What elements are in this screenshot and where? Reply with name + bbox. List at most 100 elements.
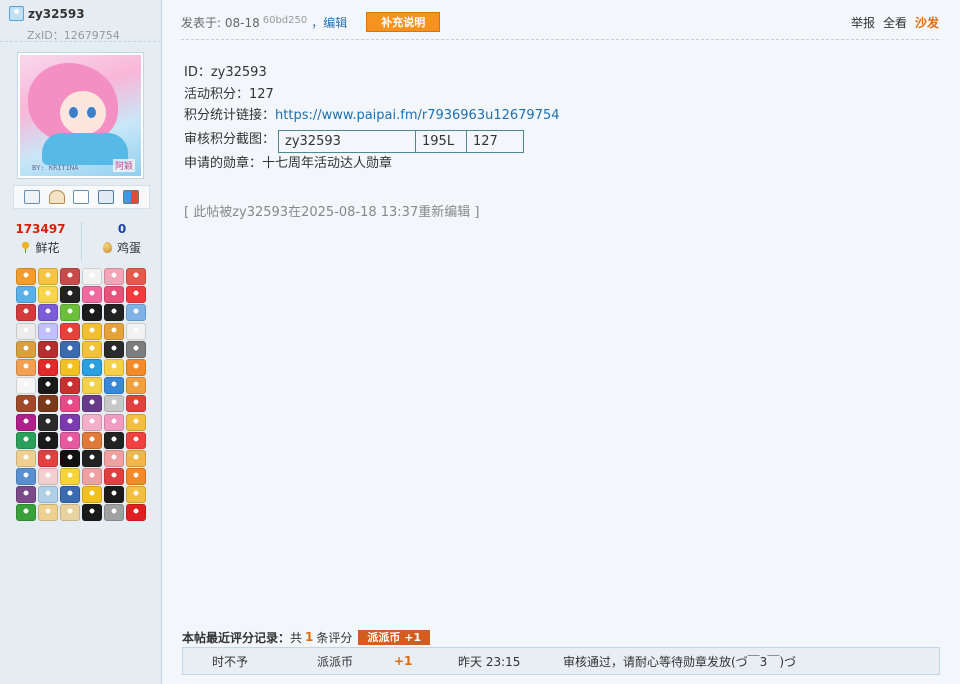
medal-icon[interactable] <box>16 377 36 395</box>
medal-icon[interactable] <box>38 486 58 504</box>
medal-icon[interactable] <box>104 268 124 285</box>
medal-icon[interactable] <box>104 413 124 431</box>
medal-icon[interactable] <box>38 286 58 304</box>
medal-icon[interactable] <box>82 468 102 486</box>
medal-icon[interactable] <box>16 286 36 304</box>
medal-icon[interactable] <box>126 268 146 285</box>
medal-icon[interactable] <box>104 449 124 467</box>
medal-icon[interactable] <box>60 377 80 395</box>
medal-icon[interactable] <box>16 413 36 431</box>
egg-stat[interactable]: 0 鸡蛋 <box>81 222 162 260</box>
medal-icon[interactable] <box>16 268 36 285</box>
medal-icon[interactable] <box>82 322 102 340</box>
medal-icon[interactable] <box>126 449 146 467</box>
medal-icon[interactable] <box>126 504 146 522</box>
medal-icon[interactable] <box>82 431 102 449</box>
medal-icon[interactable] <box>60 268 80 285</box>
medal-icon[interactable] <box>16 486 36 504</box>
medal-icon[interactable] <box>60 322 80 340</box>
medal-icon[interactable] <box>104 395 124 413</box>
medal-icon[interactable] <box>126 322 146 340</box>
medal-icon[interactable] <box>38 504 58 522</box>
medal-icon[interactable] <box>16 449 36 467</box>
add-friend-icon[interactable] <box>48 190 65 204</box>
stats-link[interactable]: https://www.paipai.fm/r7936963u12679754 <box>275 108 560 123</box>
medal-icon[interactable] <box>82 413 102 431</box>
supplement-button[interactable]: 补充说明 <box>366 12 441 32</box>
rating-user[interactable]: 时不予 <box>212 653 248 670</box>
medal-icon[interactable] <box>38 468 58 486</box>
edit-link[interactable]: ，编辑 <box>311 14 347 31</box>
medal-icon[interactable] <box>60 468 80 486</box>
medal-icon[interactable] <box>126 358 146 376</box>
search-icon[interactable] <box>73 190 90 204</box>
floor-label[interactable]: 沙发 <box>915 14 939 31</box>
medal-icon[interactable] <box>60 358 80 376</box>
medal-icon[interactable] <box>38 431 58 449</box>
medal-icon[interactable] <box>104 377 124 395</box>
medal-icon[interactable] <box>16 431 36 449</box>
medal-icon[interactable] <box>82 268 102 285</box>
medal-icon[interactable] <box>82 449 102 467</box>
medal-icon[interactable] <box>82 340 102 358</box>
medal-icon[interactable] <box>38 268 58 285</box>
medal-icon[interactable] <box>104 504 124 522</box>
view-all-link[interactable]: 全看 <box>883 14 907 31</box>
medal-icon[interactable] <box>38 358 58 376</box>
medal-icon[interactable] <box>16 358 36 376</box>
medal-icon[interactable] <box>16 395 36 413</box>
medal-icon[interactable] <box>104 340 124 358</box>
medal-icon[interactable] <box>82 286 102 304</box>
medal-icon[interactable] <box>60 340 80 358</box>
medal-icon[interactable] <box>126 468 146 486</box>
medal-icon[interactable] <box>82 395 102 413</box>
medal-icon[interactable] <box>60 304 80 322</box>
medal-icon[interactable] <box>126 413 146 431</box>
medal-icon[interactable] <box>104 322 124 340</box>
medal-icon[interactable] <box>60 395 80 413</box>
medal-icon[interactable] <box>38 395 58 413</box>
medal-icon[interactable] <box>126 395 146 413</box>
medal-icon[interactable] <box>16 304 36 322</box>
medal-icon[interactable] <box>104 468 124 486</box>
flower-stat[interactable]: 173497 鲜花 <box>0 222 81 260</box>
blocks-icon[interactable] <box>122 190 139 204</box>
medal-icon[interactable] <box>82 504 102 522</box>
medal-icon[interactable] <box>38 413 58 431</box>
medal-icon[interactable] <box>16 322 36 340</box>
avatar[interactable]: BY: KRITINA 阿颖 <box>17 52 144 179</box>
medal-icon[interactable] <box>38 340 58 358</box>
medal-icon[interactable] <box>104 431 124 449</box>
medal-icon[interactable] <box>38 449 58 467</box>
medal-icon[interactable] <box>60 504 80 522</box>
medal-icon[interactable] <box>104 304 124 322</box>
medal-icon[interactable] <box>104 358 124 376</box>
medal-icon[interactable] <box>60 449 80 467</box>
medal-icon[interactable] <box>126 340 146 358</box>
medal-icon[interactable] <box>104 486 124 504</box>
mail-icon[interactable] <box>24 190 41 204</box>
medal-icon[interactable] <box>60 431 80 449</box>
medal-icon[interactable] <box>126 431 146 449</box>
medal-icon[interactable] <box>82 358 102 376</box>
medal-icon[interactable] <box>126 486 146 504</box>
medal-icon[interactable] <box>16 340 36 358</box>
medal-icon[interactable] <box>82 486 102 504</box>
report-link[interactable]: 举报 <box>851 14 875 31</box>
profile-card-icon[interactable] <box>98 190 115 204</box>
medal-icon[interactable] <box>126 286 146 304</box>
medal-icon[interactable] <box>38 377 58 395</box>
medal-icon[interactable] <box>60 413 80 431</box>
medal-icon[interactable] <box>82 377 102 395</box>
medal-icon[interactable] <box>38 322 58 340</box>
medal-icon[interactable] <box>82 304 102 322</box>
medal-icon[interactable] <box>126 377 146 395</box>
medal-icon[interactable] <box>126 304 146 322</box>
username[interactable]: zy32593 <box>28 7 85 21</box>
medal-icon[interactable] <box>16 468 36 486</box>
medal-icon[interactable] <box>104 286 124 304</box>
medal-icon[interactable] <box>16 504 36 522</box>
medal-icon[interactable] <box>38 304 58 322</box>
medal-icon[interactable] <box>60 286 80 304</box>
medal-icon[interactable] <box>60 486 80 504</box>
